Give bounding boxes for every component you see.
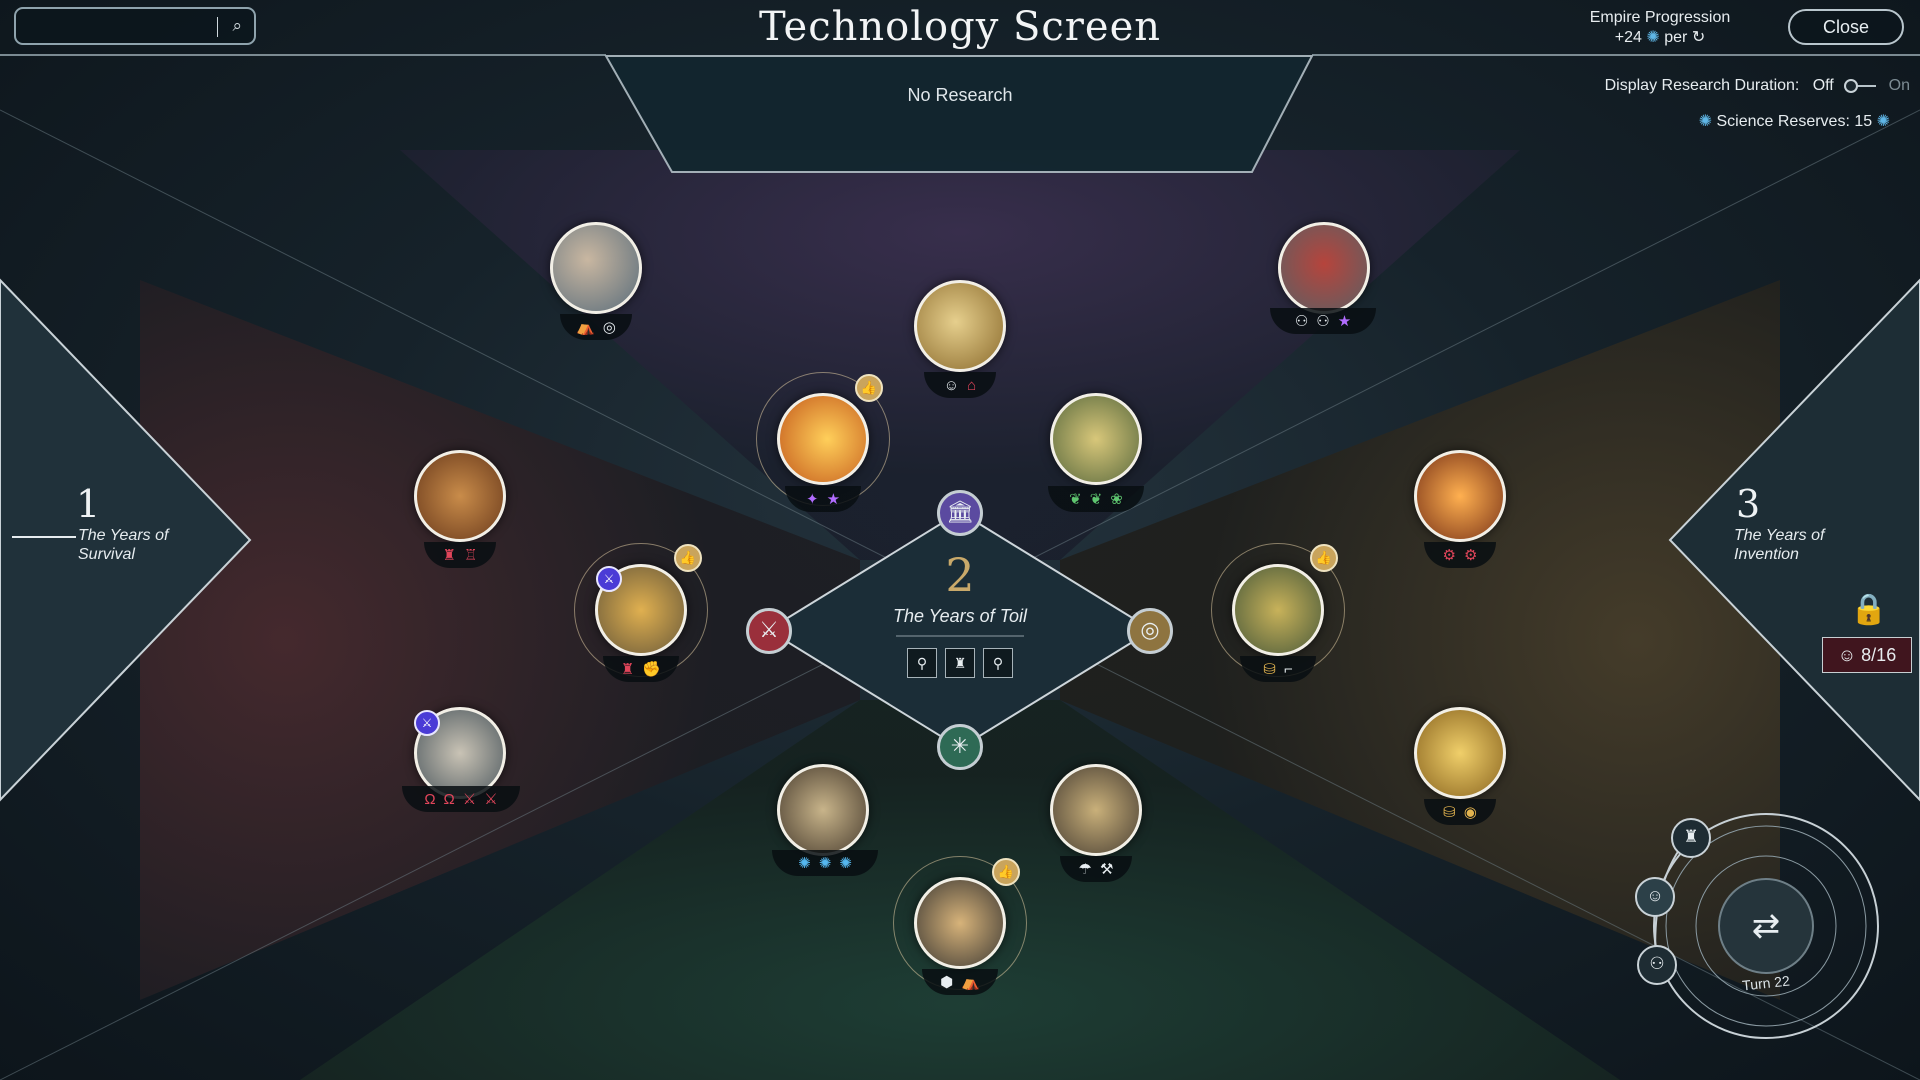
tech-node-gardens[interactable] [1050, 393, 1142, 485]
top-banner [604, 55, 1314, 173]
citizen-button[interactable]: ♜ [1671, 818, 1711, 858]
tech-effects: ⚇ ⚇ ★ [1270, 308, 1376, 334]
era-1-name: The Years of Survival [78, 527, 169, 563]
money-icon: ⛁ [1263, 661, 1276, 678]
economy-hub-icon[interactable]: ◎ [1127, 608, 1173, 654]
science-reserves-label: Science Reserves: 15 [1716, 113, 1873, 130]
arrow-left-icon [12, 536, 76, 538]
horseshoe-icon: Ω [424, 790, 436, 808]
science-icon: ✺ [1698, 113, 1713, 130]
tech-node-raptor[interactable] [414, 450, 506, 542]
empire-progression-rate: +24 [1614, 29, 1642, 46]
empire-progression: Empire Progression +24 ✺ per ↻ [1560, 8, 1760, 48]
science-icon: ✺ [1646, 29, 1660, 46]
science-reserves: ✺ Science Reserves: 15 ✺ [1580, 111, 1890, 131]
camp-icon: ⛺ [961, 974, 980, 991]
unit-requirement-icon: ⚲ [983, 648, 1013, 678]
era-2-number: 2 [945, 548, 975, 602]
star-icon: ★ [1337, 313, 1352, 330]
tech-effects: ✺ ✺ ✺ [772, 850, 878, 876]
population-icon: ☺ [943, 376, 960, 394]
fist-icon: ✊ [642, 661, 662, 678]
money-plus-icon: ⛁ [1443, 804, 1456, 821]
food-plus-icon: ❦ [1069, 491, 1082, 508]
unit-requirement-icon: ♜ [945, 648, 975, 678]
tech-node-coin[interactable] [1414, 707, 1506, 799]
research-duration-toggle[interactable] [1844, 78, 1877, 93]
tech-node-hunters[interactable] [550, 222, 642, 314]
era-3-number: 3 [1736, 482, 1761, 526]
close-button[interactable]: Close [1788, 9, 1904, 45]
tower-icon: ♖ [464, 547, 478, 564]
unit-badge-icon: ⚔ [414, 710, 440, 736]
tech-node-keys[interactable] [914, 280, 1006, 372]
food-icon: ❦ [1089, 491, 1103, 508]
boot-icon: ⌐ [1283, 660, 1293, 678]
hexagon-icon: ⬢ [940, 974, 954, 991]
population-icon: ☺ [1837, 645, 1857, 665]
tent-icon: ⛺ [576, 319, 595, 336]
population-button[interactable]: ☺ [1635, 877, 1675, 917]
empire-progression-label: Empire Progression [1589, 9, 1731, 26]
growth-icon: ❀ [1110, 491, 1123, 508]
end-turn-button[interactable]: ⇄ [1718, 878, 1814, 974]
era-2-name: The Years of Toil [892, 606, 1028, 626]
fort-plus-icon: ♜ [442, 547, 456, 564]
science-icon: ✺ [818, 855, 832, 872]
handshake-icon: ⚇ [1316, 313, 1330, 330]
era-requirement-value: 8/16 [1861, 645, 1897, 665]
tech-node-fire[interactable] [777, 393, 869, 485]
tech-node-assembly[interactable] [1278, 222, 1370, 314]
target-icon: ◎ [602, 319, 616, 336]
thumbs-up-icon: 👍 [1310, 544, 1338, 572]
weapon-icon: ⚔ [462, 791, 477, 808]
turn-icon: ↻ [1691, 29, 1706, 46]
tech-node-library[interactable] [777, 764, 869, 856]
mill-plus-icon: ⚒ [1100, 861, 1114, 878]
handshake-icon: ⚇ [1294, 313, 1309, 330]
thumbs-up-icon: 👍 [674, 544, 702, 572]
tech-node-forge[interactable] [1414, 450, 1506, 542]
era-2-requirements: ⚲ ♜ ⚲ [890, 648, 1030, 678]
coin-icon: ◉ [1463, 804, 1477, 821]
tech-effects: Ω Ω ⚔ ⚔ [402, 786, 520, 812]
tech-node-road[interactable] [1232, 564, 1324, 656]
research-duration-toggle-row: Display Research Duration: Off On [1530, 77, 1910, 95]
empire-progression-per: per [1664, 29, 1688, 46]
tech-node-waterwheel[interactable] [1050, 764, 1142, 856]
culture-hub-icon[interactable]: 🏛 [937, 490, 983, 536]
thumbs-up-icon: 👍 [992, 858, 1020, 886]
toggle-on-label: On [1888, 77, 1910, 94]
unit-badge-icon: ⚔ [596, 566, 622, 592]
military-hub-icon[interactable]: ⚔ [746, 608, 792, 654]
fort-plus-icon: ♜ [620, 661, 635, 678]
gear-icon: ⚙ [1464, 547, 1478, 564]
science-icon: ✺ [839, 855, 852, 872]
tech-node-explorer[interactable] [914, 877, 1006, 969]
era-3-name: The Years of Invention [1734, 527, 1825, 563]
science-icon: ✺ [1876, 113, 1890, 130]
building-icon: ⌂ [967, 376, 977, 394]
diplomacy-button[interactable]: ⚇ [1637, 945, 1677, 985]
nature-hub-icon[interactable]: ✳ [937, 724, 983, 770]
era-1-number: 1 [76, 482, 101, 526]
star-icon: ★ [826, 491, 841, 508]
tech-effects: ❦ ❦ ❀ [1048, 486, 1144, 512]
unit-requirement-icon: ⚲ [907, 648, 937, 678]
lock-icon: 🔒 [1850, 593, 1888, 626]
star-plus-icon: ✦ [805, 491, 819, 508]
thumbs-up-icon: 👍 [855, 374, 883, 402]
toggle-off-label: Off [1812, 77, 1834, 94]
era-requirement: ☺ 8/16 [1822, 637, 1912, 673]
storm-icon: ☂ [1078, 861, 1092, 878]
display-duration-label: Display Research Duration: [1604, 77, 1800, 94]
horseshoe-icon: Ω [443, 790, 455, 808]
weapon-icon: ⚔ [484, 791, 498, 808]
science-plus-icon: ✺ [798, 855, 811, 872]
industry-plus-icon: ⚙ [1442, 547, 1456, 564]
